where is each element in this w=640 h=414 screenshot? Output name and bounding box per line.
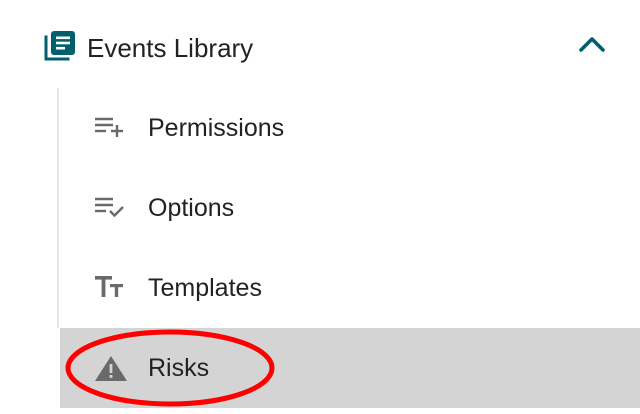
tree-guide-line bbox=[57, 88, 59, 328]
chevron-up-icon[interactable] bbox=[576, 32, 608, 56]
events-library-header[interactable]: Events Library bbox=[0, 0, 640, 96]
nav-item-label: Options bbox=[148, 194, 235, 222]
nav-item-label: Permissions bbox=[148, 114, 285, 142]
nav-item-label: Risks bbox=[148, 354, 210, 382]
playlist-check-icon bbox=[94, 194, 128, 222]
nav-item-templates[interactable]: Templates bbox=[60, 248, 640, 328]
playlist-add-icon bbox=[94, 114, 128, 142]
nav-item-risks[interactable]: Risks bbox=[60, 328, 640, 408]
navigation-panel: Events Library Permissions Options Templ… bbox=[0, 0, 640, 414]
text-size-icon bbox=[94, 274, 128, 302]
nav-item-options[interactable]: Options bbox=[60, 168, 640, 248]
nav-item-permissions[interactable]: Permissions bbox=[60, 88, 640, 168]
library-books-icon bbox=[44, 30, 76, 62]
events-library-label: Events Library bbox=[87, 33, 254, 63]
warning-icon bbox=[94, 354, 128, 382]
nav-item-label: Templates bbox=[148, 274, 262, 302]
